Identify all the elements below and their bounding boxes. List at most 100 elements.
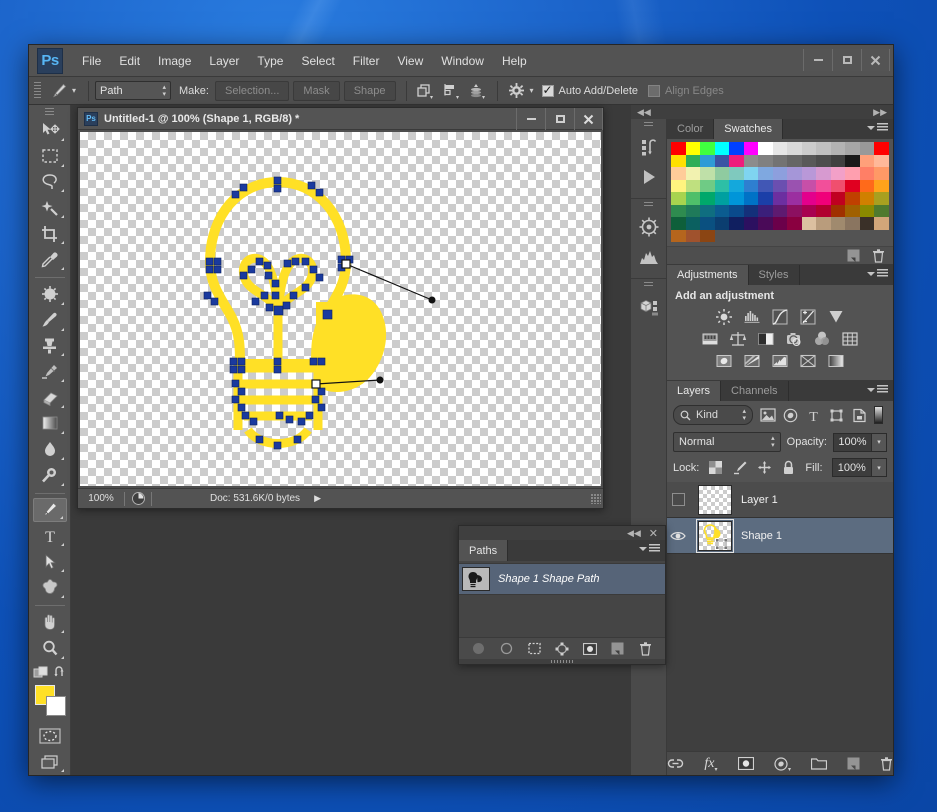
color-swatch[interactable] [874, 204, 889, 217]
color-swatch[interactable] [772, 204, 788, 217]
color-swatch[interactable] [801, 154, 817, 167]
icon-group-grip[interactable] [644, 282, 653, 288]
color-swatch[interactable] [743, 142, 759, 155]
tool-preset-chevron-down-icon[interactable]: ▾ [72, 86, 76, 95]
curves-icon[interactable] [770, 308, 790, 326]
new-group-icon[interactable] [811, 755, 827, 773]
make-selection-button[interactable]: Selection... [214, 80, 290, 101]
gradient-tool[interactable] [33, 411, 67, 436]
color-swatch[interactable] [758, 167, 773, 180]
color-swatch[interactable] [772, 142, 788, 155]
color-lookup-icon[interactable] [840, 330, 860, 348]
layer-name[interactable]: Layer 1 [741, 494, 778, 506]
color-swatch[interactable] [772, 167, 788, 180]
make-work-path-icon[interactable] [554, 641, 570, 657]
actions-icon[interactable] [634, 162, 664, 192]
levels-icon[interactable] [742, 308, 762, 326]
color-swatch[interactable] [801, 217, 817, 230]
new-fill-adjustment-icon[interactable]: ▾ [774, 755, 791, 773]
color-swatch[interactable] [787, 142, 802, 155]
history-icon[interactable] [634, 132, 664, 162]
quick-mask-icon[interactable] [33, 723, 67, 748]
layer-name[interactable]: Shape 1 [741, 530, 782, 542]
gear-chevron-down-icon[interactable]: ▾ [530, 86, 534, 95]
color-swatch[interactable] [685, 204, 701, 217]
vibrance-icon[interactable] [826, 308, 846, 326]
color-swatch[interactable] [743, 179, 759, 192]
hue-saturation-icon[interactable] [700, 330, 720, 348]
gear-icon[interactable] [504, 80, 530, 102]
zoom-level[interactable]: 100% [78, 493, 124, 504]
color-swatch[interactable] [758, 204, 773, 217]
close-button[interactable] [861, 49, 890, 71]
tab-layers[interactable]: Layers [667, 381, 722, 401]
color-swatch[interactable] [714, 204, 730, 217]
status-expand-icon[interactable]: ▶ [314, 493, 321, 504]
delete-layer-icon[interactable] [880, 755, 893, 773]
color-swatch[interactable] [685, 229, 701, 242]
blend-mode-select[interactable]: Normal ▴ ▾ [673, 432, 781, 452]
color-panel-menu-icon[interactable] [867, 123, 888, 132]
color-swatch[interactable] [787, 167, 802, 180]
menu-window[interactable]: Window [432, 50, 493, 72]
color-swatch[interactable] [772, 217, 788, 230]
color-swatch[interactable] [685, 154, 701, 167]
dock-collapse-left-icon[interactable]: ◀◀ [637, 107, 651, 118]
color-swatch[interactable] [874, 142, 889, 155]
color-swatch[interactable] [700, 204, 715, 217]
new-swatch-icon[interactable] [847, 249, 860, 262]
pixel-filter-icon[interactable] [759, 407, 776, 424]
quick-selection-tool[interactable] [33, 195, 67, 220]
move-tool[interactable] [33, 118, 67, 143]
histogram-icon[interactable] [634, 242, 664, 272]
spot-healing-brush-tool[interactable] [33, 282, 67, 307]
eraser-tool[interactable] [33, 385, 67, 410]
layer-row[interactable]: Shape 1 [667, 518, 893, 554]
document-close-button[interactable] [574, 108, 603, 130]
paths-panel-menu-icon[interactable] [639, 544, 660, 553]
pen-tool[interactable] [32, 497, 67, 523]
document-preview-icon[interactable] [125, 492, 151, 505]
background-color-swatch[interactable] [45, 695, 66, 716]
new-path-icon[interactable] [609, 641, 625, 657]
document-minimize-button[interactable] [516, 108, 545, 130]
tab-swatches[interactable]: Swatches [714, 119, 783, 139]
color-swatch[interactable] [787, 192, 802, 205]
layer-visibility-toggle[interactable] [667, 493, 689, 506]
custom-shape-tool[interactable] [33, 575, 67, 600]
color-swatch[interactable] [729, 154, 744, 167]
fill-path-icon[interactable] [471, 641, 487, 657]
color-swatch[interactable] [816, 217, 831, 230]
color-swatch[interactable] [700, 217, 715, 230]
filter-toggle-icon[interactable] [874, 406, 883, 424]
options-bar-grip[interactable] [34, 81, 41, 100]
color-swatch[interactable] [801, 142, 817, 155]
3d-icon[interactable] [634, 292, 664, 322]
menu-image[interactable]: Image [149, 50, 200, 72]
color-swatch[interactable] [671, 179, 686, 192]
color-swatch[interactable] [859, 179, 875, 192]
color-swatch[interactable] [758, 217, 773, 230]
clone-stamp-tool[interactable] [33, 334, 67, 359]
color-swatch[interactable] [714, 192, 730, 205]
layer-thumbnail[interactable] [698, 484, 732, 515]
color-swatch[interactable] [830, 192, 846, 205]
menu-select[interactable]: Select [292, 50, 343, 72]
color-swatch[interactable] [743, 192, 759, 205]
color-swatch[interactable] [729, 217, 744, 230]
color-swatch[interactable] [714, 167, 730, 180]
lock-all-icon[interactable] [781, 460, 796, 476]
document-title-bar[interactable]: Ps Untitled-1 @ 100% (Shape 1, RGB/8) * [78, 108, 603, 130]
color-swatch[interactable] [729, 204, 744, 217]
path-mode-select[interactable]: Path ▴ ▾ [95, 81, 172, 100]
menu-help[interactable]: Help [493, 50, 536, 72]
color-swatch[interactable] [859, 167, 875, 180]
type-tool[interactable]: T [33, 523, 67, 548]
gradient-map-icon[interactable] [826, 352, 846, 370]
color-swatch[interactable] [859, 142, 875, 155]
color-swatch[interactable] [758, 142, 773, 155]
menu-layer[interactable]: Layer [200, 50, 248, 72]
blur-tool[interactable] [33, 437, 67, 462]
color-swatch[interactable] [830, 142, 846, 155]
threshold-icon[interactable] [770, 352, 790, 370]
